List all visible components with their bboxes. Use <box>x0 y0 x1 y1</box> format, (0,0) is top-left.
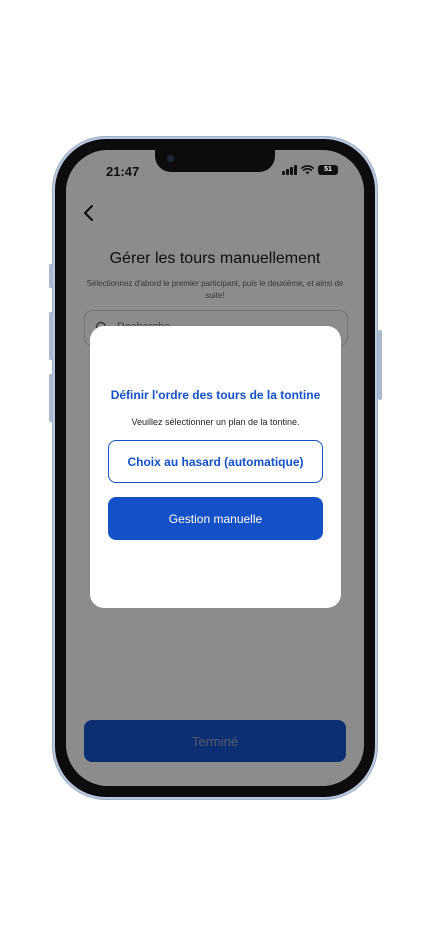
status-icons: 51 <box>282 165 338 175</box>
volume-down-button <box>49 374 53 422</box>
manual-management-button[interactable]: Gestion manuelle <box>108 497 323 540</box>
wifi-icon <box>301 165 314 175</box>
notch <box>155 150 275 172</box>
battery-icon: 51 <box>318 165 338 175</box>
modal-title: Définir l'ordre des tours de la tontine <box>110 388 321 402</box>
phone-screen: 21:47 51 Gérer les tours manuellement Sé… <box>66 150 364 786</box>
signal-icon <box>282 165 297 175</box>
stage: 21:47 51 Gérer les tours manuellement Sé… <box>0 0 432 934</box>
silent-switch <box>49 264 53 288</box>
power-button <box>378 330 382 400</box>
camera-icon <box>167 155 174 162</box>
modal-description: Veuillez sélectionner un plan de la tont… <box>131 417 300 427</box>
turn-order-modal: Définir l'ordre des tours de la tontine … <box>90 326 341 608</box>
volume-up-button <box>49 312 53 360</box>
status-time: 21:47 <box>106 164 140 179</box>
random-choice-button[interactable]: Choix au hasard (automatique) <box>108 440 323 483</box>
